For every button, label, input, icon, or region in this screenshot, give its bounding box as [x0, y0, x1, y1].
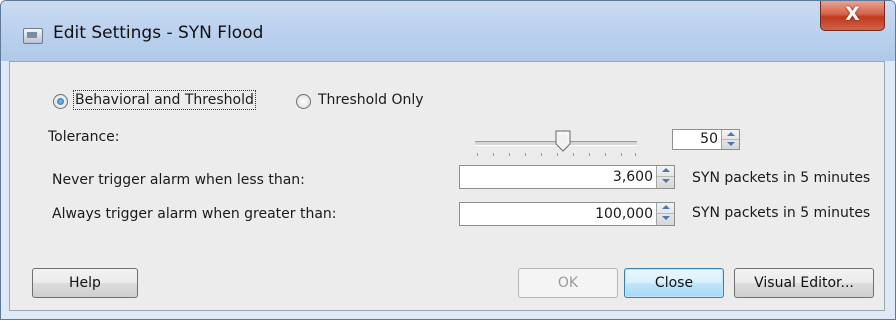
radio-label-behavioral-and-threshold[interactable]: Behavioral and Threshold	[73, 90, 256, 110]
help-button[interactable]: Help	[32, 268, 138, 298]
ok-button[interactable]: OK	[518, 268, 618, 298]
slider-tick	[525, 153, 526, 156]
spin-down-arrow-icon[interactable]	[722, 140, 739, 149]
window-app-icon	[23, 28, 43, 44]
spin-up-arrow-icon[interactable]	[657, 166, 674, 177]
tolerance-slider[interactable]	[465, 130, 647, 158]
radio-label-threshold-only[interactable]: Threshold Only	[318, 92, 424, 108]
slider-thumb[interactable]	[555, 130, 571, 152]
close-button[interactable]: Close	[624, 268, 724, 298]
slider-tick	[557, 153, 558, 156]
slider-tick	[541, 153, 542, 156]
always-trigger-spin-buttons	[656, 203, 674, 225]
slider-tick	[621, 153, 622, 156]
radio-threshold-only[interactable]	[296, 94, 311, 109]
slider-tick	[493, 153, 494, 156]
never-trigger-spin-buttons	[656, 166, 674, 188]
never-trigger-spinner[interactable]: 3,600	[459, 165, 675, 189]
slider-tick	[477, 153, 478, 156]
never-trigger-label: Never trigger alarm when less than:	[52, 172, 305, 188]
radio-behavioral-and-threshold[interactable]	[53, 94, 68, 109]
always-trigger-unit: SYN packets in 5 minutes	[692, 205, 871, 221]
always-trigger-spinner[interactable]: 100,000	[459, 202, 675, 226]
slider-tick	[605, 153, 606, 156]
never-trigger-unit: SYN packets in 5 minutes	[692, 170, 871, 186]
always-trigger-value[interactable]: 100,000	[595, 206, 653, 222]
close-icon: X	[845, 3, 860, 25]
spin-up-arrow-icon[interactable]	[657, 203, 674, 214]
visual-editor-button[interactable]: Visual Editor...	[734, 268, 874, 298]
window-close-button[interactable]: X	[820, 1, 885, 31]
spin-up-arrow-icon[interactable]	[722, 130, 739, 140]
tolerance-value[interactable]: 50	[700, 131, 718, 147]
slider-tick	[509, 153, 510, 156]
title-bar[interactable]: Edit Settings - SYN Flood X	[1, 1, 895, 61]
slider-tick	[635, 153, 636, 156]
always-trigger-label: Always trigger alarm when greater than:	[52, 206, 337, 222]
spin-down-arrow-icon[interactable]	[657, 177, 674, 188]
slider-tick	[573, 153, 574, 156]
dialog-content: Behavioral and Threshold Threshold Only …	[9, 61, 885, 311]
window-title: Edit Settings - SYN Flood	[53, 23, 264, 43]
tolerance-label: Tolerance:	[48, 129, 120, 145]
dialog-window: Edit Settings - SYN Flood X Behavioral a…	[0, 0, 896, 320]
spin-down-arrow-icon[interactable]	[657, 214, 674, 225]
never-trigger-value[interactable]: 3,600	[613, 169, 653, 185]
slider-tick	[589, 153, 590, 156]
tolerance-spin-buttons	[721, 130, 739, 149]
tolerance-spinner[interactable]: 50	[672, 129, 740, 150]
